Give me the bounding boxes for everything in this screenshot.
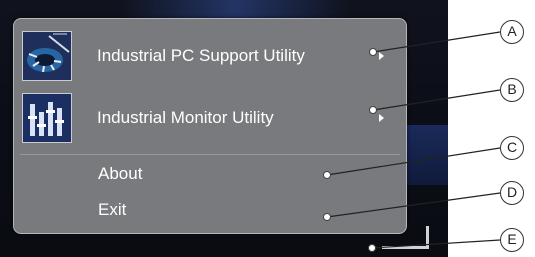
callout-b: B (500, 78, 524, 102)
callout-e: E (500, 228, 524, 252)
callout-pointer-dot (369, 106, 377, 114)
callout-c: C (500, 136, 524, 160)
callout-pointer-dot (369, 48, 377, 56)
callout-a: A (500, 20, 524, 44)
callout-lines (326, 31, 501, 249)
callout-d: D (500, 181, 524, 205)
callout-pointer-dot (368, 244, 376, 252)
callout-pointer-dot (323, 171, 331, 179)
callout-pointer-dot (323, 213, 331, 221)
